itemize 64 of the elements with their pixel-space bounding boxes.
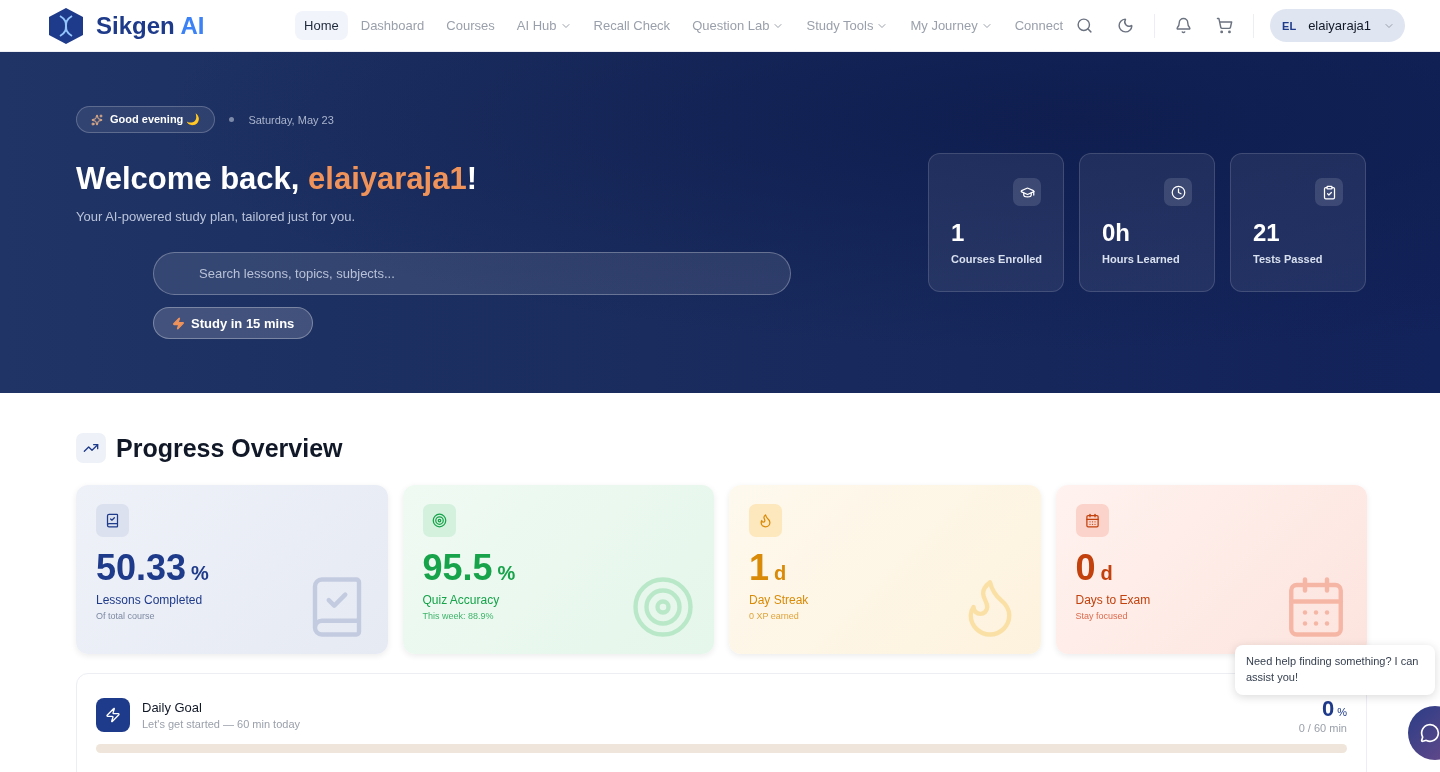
large-target-icon <box>630 574 696 640</box>
logo-icon <box>48 6 84 45</box>
graduation-cap-icon <box>1013 178 1041 206</box>
progress-unit: % <box>191 562 209 585</box>
book-check-icon <box>96 504 129 537</box>
stat-label: Courses Enrolled <box>951 253 1043 265</box>
progress-label: Lessons Completed <box>96 593 204 607</box>
chat-tooltip: Need help finding something? I can assist you! <box>1235 645 1435 695</box>
dot-icon <box>229 117 235 122</box>
goal-title: Daily Goal <box>142 700 203 715</box>
progress-note: Stay focused <box>1075 611 1129 621</box>
progress-value: 50.33 <box>96 547 187 589</box>
stat-label: Tests Passed <box>1253 253 1323 265</box>
trend-up-icon <box>76 433 106 463</box>
date-text: Saturday, May 23 <box>248 113 334 126</box>
progress-note: Of total course <box>96 611 156 621</box>
progress-unit: % <box>497 562 516 585</box>
nav-link[interactable]: Question Lab <box>683 11 794 40</box>
progress-unit: d <box>1100 562 1113 585</box>
progress-note: 0 XP earned <box>749 611 800 621</box>
bell-icon <box>1175 17 1193 34</box>
clock-icon <box>1164 178 1192 206</box>
welcome-title: Welcome back, elaiyaraja1! <box>76 161 478 197</box>
moon-icon <box>1117 17 1135 34</box>
nav-link[interactable]: Courses <box>437 11 504 40</box>
stat-value: 21 <box>1253 219 1281 247</box>
progress-label: Quiz Accuracy <box>422 593 501 607</box>
target-icon <box>422 504 456 537</box>
sparkles-icon <box>91 113 103 126</box>
study-quick-button[interactable]: Study in 15 mins <box>153 307 314 339</box>
greeting-pill: Good evening 🌙 <box>76 106 216 133</box>
goal-minutes: 0 / 60 min <box>1298 722 1347 734</box>
nav-link[interactable]: AI Hub <box>507 11 581 40</box>
progress-value: 95.5 <box>422 547 493 589</box>
nav-link[interactable]: Home <box>295 11 348 40</box>
cart-icon <box>1216 17 1234 34</box>
user-menu-button[interactable]: EL elaiyaraja1 <box>1270 9 1405 42</box>
goal-percent-unit: % <box>1337 706 1347 718</box>
stat-value: 1 <box>951 219 966 247</box>
nav-link[interactable]: Study Tools <box>797 11 898 40</box>
progress-label: Day Streak <box>749 593 810 607</box>
progress-value: 0 <box>1075 547 1096 589</box>
stat-value: 0h <box>1102 219 1131 247</box>
progress-label: Days to Exam <box>1075 593 1152 607</box>
progress-note: This week: 88.9% <box>422 611 495 621</box>
nav-link[interactable]: Recall Check <box>584 11 680 40</box>
section-title: Progress Overview <box>116 433 343 463</box>
brand-name[interactable]: Sikgen AI <box>96 11 205 40</box>
goal-percent: 0 <box>1321 696 1335 722</box>
goal-subtitle: Let's get started — 60 min today <box>142 718 301 730</box>
search-icon <box>1076 17 1094 34</box>
calendar-icon <box>1075 504 1109 537</box>
progress-unit: d <box>774 562 787 585</box>
lightning-icon <box>172 316 185 330</box>
lightning-icon <box>96 698 130 732</box>
nav-link[interactable]: Connect <box>1005 11 1073 40</box>
chat-bubble-icon <box>1420 723 1440 743</box>
flame-icon <box>749 504 782 537</box>
nav-link[interactable]: My Journey <box>901 11 1002 40</box>
nav-link[interactable]: Dashboard <box>351 11 434 40</box>
hero-subtitle: Your AI-powered study plan, tailored just for you. <box>76 209 357 224</box>
stat-label: Hours Learned <box>1102 253 1180 265</box>
clipboard-check-icon <box>1315 178 1343 206</box>
progress-value: 1 <box>749 547 770 589</box>
